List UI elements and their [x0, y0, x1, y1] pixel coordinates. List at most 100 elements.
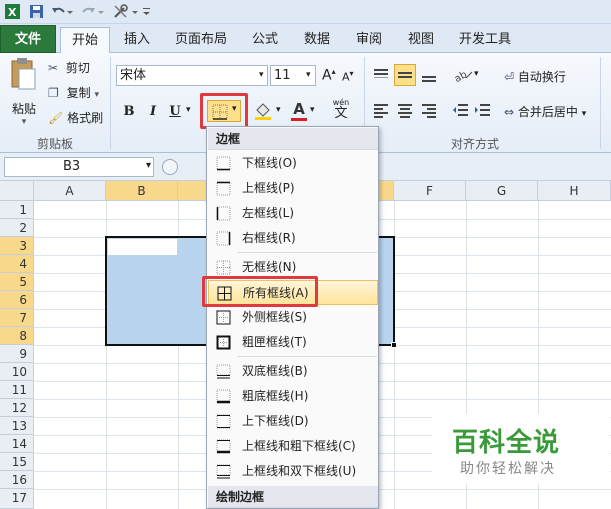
tab-data[interactable]: 数据: [294, 27, 340, 53]
align-center-icon[interactable]: [396, 101, 414, 119]
phonetic-char: 文: [334, 106, 348, 121]
fill-color-button[interactable]: [253, 101, 275, 123]
font-color-dropdown-icon[interactable]: ▾: [310, 105, 315, 115]
font-size-dropdown-icon[interactable]: ▾: [306, 65, 315, 86]
row-header[interactable]: 15: [0, 453, 34, 471]
align-right-icon[interactable]: [420, 101, 438, 119]
font-name-dropdown-icon[interactable]: ▾: [259, 65, 268, 86]
cut-button[interactable]: ✂ 剪切: [48, 59, 108, 77]
excel-logo-icon: X: [4, 3, 21, 20]
menu-item-label: 上框线和双下框线(U): [242, 464, 357, 478]
align-left-icon[interactable]: [372, 101, 390, 119]
format-painter-button[interactable]: 🖌 格式刷: [48, 109, 108, 127]
format-painter-label: 格式刷: [67, 111, 104, 125]
row-header[interactable]: 13: [0, 417, 34, 435]
column-header[interactable]: F: [394, 181, 466, 201]
menu-item-top-bottom-border[interactable]: 上下框线(D): [208, 409, 378, 434]
increase-indent-icon[interactable]: [474, 101, 492, 119]
name-box-dropdown-icon[interactable]: ▾: [146, 160, 151, 171]
top-bottom-border-icon: [216, 414, 231, 429]
row-header[interactable]: 2: [0, 219, 34, 237]
undo-icon[interactable]: [50, 3, 67, 20]
orientation-icon[interactable]: ab: [452, 66, 474, 85]
name-box[interactable]: B3: [4, 157, 154, 177]
copy-label: 复制: [66, 86, 91, 100]
align-bottom-icon[interactable]: [420, 66, 438, 84]
menu-item-bottom-border[interactable]: 下框线(O): [208, 151, 378, 176]
tab-file[interactable]: 文件: [0, 25, 56, 53]
wrap-text-button[interactable]: ⏎ 自动换行: [504, 68, 566, 85]
tab-formulas[interactable]: 公式: [242, 27, 288, 53]
select-all-corner[interactable]: [0, 181, 34, 201]
decrease-font-size-icon[interactable]: A▾: [342, 69, 354, 84]
menu-section-draw-borders: 绘制边框: [208, 486, 378, 508]
tab-insert[interactable]: 插入: [114, 27, 160, 53]
decrease-indent-icon[interactable]: [452, 101, 470, 119]
align-middle-icon[interactable]: [394, 64, 416, 86]
row-header[interactable]: 9: [0, 345, 34, 363]
menu-item-right-border[interactable]: 右框线(R): [208, 226, 378, 251]
font-color-icon: A: [293, 100, 305, 118]
phonetic-guide-button[interactable]: wén 文: [328, 99, 354, 125]
tab-view[interactable]: 视图: [398, 27, 444, 53]
italic-button[interactable]: I: [142, 101, 164, 123]
orientation-dropdown-icon[interactable]: ▾: [474, 69, 479, 79]
font-color-button[interactable]: A: [288, 100, 310, 122]
no-border-icon: [216, 260, 231, 275]
row-header[interactable]: 7: [0, 309, 34, 327]
undo-dropdown-icon[interactable]: [66, 3, 74, 20]
tools-icon[interactable]: [112, 3, 129, 20]
column-header[interactable]: G: [466, 181, 538, 201]
merge-center-button[interactable]: ⇔ 合并后居中 ▾: [504, 103, 586, 120]
divider: [600, 57, 601, 149]
column-header[interactable]: A: [34, 181, 106, 201]
row-header[interactable]: 3: [0, 237, 34, 255]
tab-page-layout[interactable]: 页面布局: [166, 27, 236, 53]
top-double-bottom-border-icon: [216, 464, 231, 479]
row-header[interactable]: 8: [0, 327, 34, 345]
menu-item-thick-bottom-border[interactable]: 粗底框线(H): [208, 384, 378, 409]
menu-item-bottom-double-border[interactable]: 双底框线(B): [208, 359, 378, 384]
menu-item-top-thick-bottom-border[interactable]: 上框线和粗下框线(C): [208, 434, 378, 459]
font-name-select[interactable]: 宋体: [116, 65, 268, 86]
bold-button[interactable]: B: [118, 101, 140, 123]
row-header[interactable]: 17: [0, 489, 34, 509]
menu-item-thick-box-border[interactable]: 粗匣框线(T): [208, 330, 378, 355]
row-header[interactable]: 5: [0, 273, 34, 291]
paste-button[interactable]: 粘贴 ▾: [6, 57, 42, 127]
tab-home[interactable]: 开始: [60, 27, 110, 53]
paste-label: 粘贴: [11, 102, 36, 116]
increase-font-size-icon[interactable]: A▴: [322, 67, 336, 84]
formula-bar-handle-icon[interactable]: [162, 159, 178, 175]
row-header[interactable]: 14: [0, 435, 34, 453]
redo-icon[interactable]: [80, 3, 97, 20]
tab-developer[interactable]: 开发工具: [452, 27, 518, 53]
menu-item-top-border[interactable]: 上框线(P): [208, 176, 378, 201]
tools-dropdown-icon[interactable]: [131, 3, 139, 20]
underline-button[interactable]: U: [164, 101, 186, 123]
redo-dropdown-icon[interactable]: [97, 3, 105, 20]
row-header[interactable]: 11: [0, 381, 34, 399]
align-top-icon[interactable]: [372, 66, 390, 84]
column-header[interactable]: H: [538, 181, 611, 201]
fill-color-dropdown-icon[interactable]: ▾: [276, 105, 281, 115]
customize-qat-icon[interactable]: [142, 3, 152, 20]
fill-handle[interactable]: [391, 342, 397, 348]
menu-item-outside-borders[interactable]: 外侧框线(S): [208, 305, 378, 330]
menu-item-top-double-bottom-border[interactable]: 上框线和双下框线(U): [208, 459, 378, 484]
menu-item-label: 上下框线(D): [242, 414, 309, 428]
underline-dropdown-icon[interactable]: ▾: [186, 105, 191, 115]
save-icon[interactable]: [28, 3, 45, 20]
row-header[interactable]: 4: [0, 255, 34, 273]
row-header[interactable]: 6: [0, 291, 34, 309]
copy-button[interactable]: ❐ 复制 ▾: [48, 84, 108, 102]
tab-review[interactable]: 审阅: [346, 27, 392, 53]
bottom-double-border-icon: [216, 364, 231, 379]
row-header[interactable]: 10: [0, 363, 34, 381]
column-header[interactable]: B: [106, 181, 178, 201]
row-header[interactable]: 12: [0, 399, 34, 417]
menu-item-left-border[interactable]: 左框线(L): [208, 201, 378, 226]
row-header[interactable]: 1: [0, 201, 34, 219]
row-header[interactable]: 16: [0, 471, 34, 489]
menu-item-label: 右框线(R): [242, 231, 296, 245]
